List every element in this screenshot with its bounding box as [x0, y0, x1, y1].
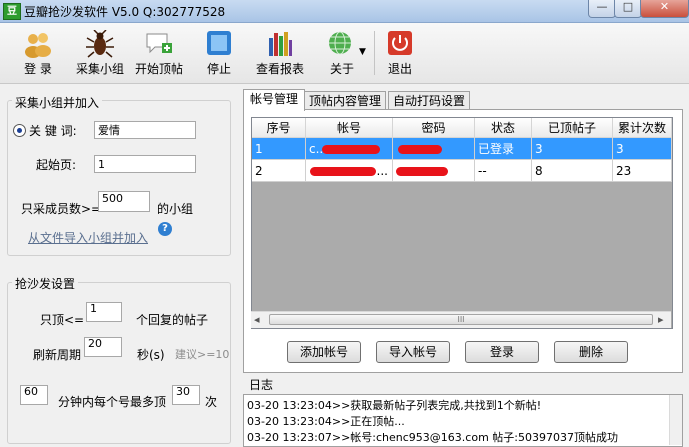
log-scrollbar[interactable] [669, 395, 682, 445]
cell-status: -- [475, 160, 532, 182]
col-header-status[interactable]: 状态 [475, 118, 532, 138]
exit-button[interactable]: 退出 [380, 26, 420, 80]
stop-label: 停止 [206, 62, 231, 76]
redaction-mark [322, 145, 380, 154]
keyword-radio[interactable] [13, 124, 26, 137]
close-button[interactable]: ✕ [640, 0, 689, 18]
app-icon: 豆 [3, 3, 21, 20]
col-header-bumped[interactable]: 已顶帖子 [532, 118, 613, 138]
log-line: 03-20 13:23:04>>正在顶帖... [247, 415, 405, 428]
col-header-total[interactable]: 累计次数 [613, 118, 672, 138]
about-label: 关于 [329, 62, 354, 76]
books-chart-icon [269, 32, 292, 56]
stop-toolbar-button[interactable]: 停止 [196, 26, 242, 80]
chat-add-icon [146, 33, 172, 54]
login-toolbar-button[interactable]: 登 录 [12, 26, 64, 80]
col-header-account[interactable]: 帐号 [306, 118, 393, 138]
globe-icon [329, 31, 351, 55]
scroll-thumb[interactable]: III [269, 314, 653, 325]
limit-times-input[interactable]: 30 [172, 385, 200, 405]
start-bump-label: 开始顶帖 [134, 62, 183, 76]
cell-bumped: 8 [532, 160, 613, 182]
cell-index: 2 [252, 160, 306, 182]
about-dropdown-icon[interactable]: ▼ [359, 47, 366, 57]
redaction-mark [396, 167, 448, 176]
log-line: 03-20 13:23:04>>获取最新帖子列表完成,共找到1个新帖! [247, 399, 542, 412]
cell-status: 已登录 [475, 138, 532, 160]
help-icon[interactable]: ? [158, 222, 172, 236]
title-bar[interactable]: 豆 豆瓣抢沙发软件 V5.0 Q:302777528 — □ ✕ [0, 0, 689, 23]
view-report-button[interactable]: 查看报表 [252, 26, 308, 80]
redaction-mark [310, 167, 376, 176]
refresh-label: 刷新周期 [33, 348, 82, 362]
scroll-right-icon[interactable]: ▸ [658, 313, 664, 326]
collect-groups-label: 采集小组 [75, 62, 124, 76]
members-suffix-label: 的小组 [157, 202, 194, 216]
users-icon [25, 33, 51, 58]
start-bump-button[interactable]: 开始顶帖 [132, 26, 186, 80]
table-row[interactable]: 2 ... -- 8 23 [252, 160, 672, 182]
log-title: 日志 [249, 378, 274, 392]
import-groups-link[interactable]: 从文件导入小组并加入 [28, 229, 148, 246]
horizontal-scrollbar[interactable]: ◂ III ▸ [251, 311, 671, 328]
tab-bump-content[interactable]: 顶帖内容管理 [304, 91, 386, 110]
cell-total: 3 [613, 138, 672, 160]
refresh-input[interactable]: 20 [84, 337, 122, 357]
tab-accounts[interactable]: 帐号管理 [243, 89, 305, 111]
minimize-button[interactable]: — [588, 0, 616, 18]
toolbar: 登 录 采集小组 开始顶帖 停止 查看报表 关于 ▼ 退出 [0, 23, 689, 84]
cell-total: 23 [613, 160, 672, 182]
members-input[interactable]: 500 [98, 191, 150, 212]
limit-unit-label: 次 [205, 395, 218, 409]
stop-square-icon [207, 31, 231, 55]
toolbar-separator [374, 31, 375, 75]
only-top-label: 只顶<= [40, 313, 85, 327]
refresh-hint: 建议>=10 [175, 348, 230, 361]
collect-groups-button[interactable]: 采集小组 [72, 26, 128, 80]
col-header-index[interactable]: 序号 [252, 118, 306, 138]
table-row[interactable]: 1 c... 已登录 3 3 [252, 138, 672, 160]
limit-minutes-input[interactable]: 60 [20, 385, 48, 405]
collect-group-title: 采集小组并加入 [12, 94, 103, 111]
maximize-button[interactable]: □ [614, 0, 642, 18]
start-page-label: 起始页: [36, 158, 77, 172]
bug-icon [86, 30, 114, 58]
add-account-button[interactable]: 添加帐号 [287, 341, 361, 363]
keyword-label: 关 键 词: [29, 124, 77, 138]
accounts-table[interactable]: 序号 帐号 密码 状态 已顶帖子 累计次数 1 c... 已登录 3 3 2 .… [251, 117, 673, 329]
delete-button[interactable]: 删除 [554, 341, 628, 363]
only-top-suffix: 个回复的帖子 [136, 313, 209, 327]
scroll-left-icon[interactable]: ◂ [254, 313, 260, 326]
members-prefix-label: 只采成员数>= [21, 202, 102, 216]
redaction-mark [398, 145, 442, 154]
limit-middle-label: 分钟内每个号最多顶 [58, 395, 167, 409]
view-report-label: 查看报表 [255, 62, 304, 76]
tab-captcha-settings[interactable]: 自动打码设置 [388, 91, 470, 110]
sofa-group-title: 抢沙发设置 [12, 275, 79, 292]
log-line: 03-20 13:23:07>>帐号:chenc953@163.com 帖子:5… [247, 431, 618, 444]
import-account-button[interactable]: 导入帐号 [376, 341, 450, 363]
refresh-unit: 秒(s) [137, 348, 165, 362]
keyword-input[interactable]: 爱情 [94, 121, 196, 139]
power-icon [388, 31, 412, 55]
only-top-input[interactable]: 1 [86, 302, 122, 322]
login-label: 登 录 [24, 62, 52, 76]
log-area[interactable]: 03-20 13:23:04>>获取最新帖子列表完成,共找到1个新帖! 03-2… [243, 394, 683, 447]
window-title: 豆瓣抢沙发软件 V5.0 Q:302777528 [24, 5, 226, 19]
exit-label: 退出 [387, 62, 412, 76]
col-header-password[interactable]: 密码 [393, 118, 475, 138]
login-button[interactable]: 登录 [465, 341, 539, 363]
cell-bumped: 3 [532, 138, 613, 160]
scroll-grip-icon: III [457, 315, 465, 324]
cell-index: 1 [252, 138, 306, 160]
start-page-input[interactable]: 1 [94, 155, 196, 173]
